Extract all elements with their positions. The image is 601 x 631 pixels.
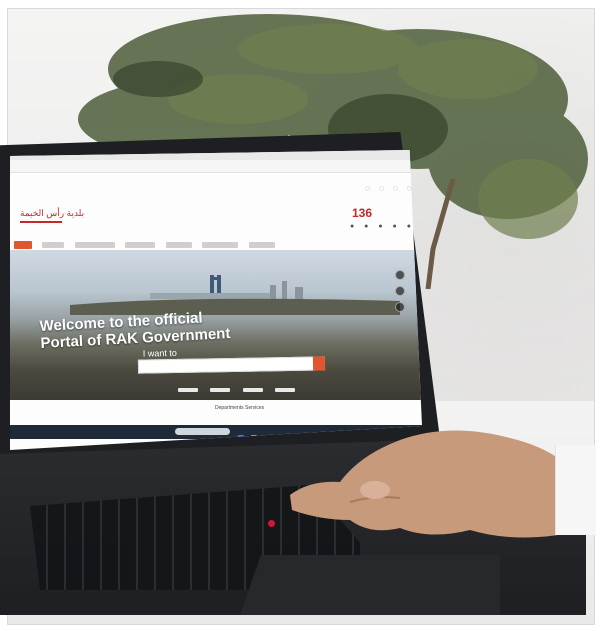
nav-item-home [14,240,32,249]
main-navigation [14,236,414,249]
nav-item [74,241,115,248]
nav-item [125,241,156,248]
site-logo: بلدية رأس الخيمة [20,208,85,218]
nav-item [248,241,275,248]
quick-links [178,379,308,392]
quick-link[interactable] [210,388,231,392]
side-quick-icons [395,270,405,318]
quick-link[interactable] [242,388,263,392]
nav-item [42,241,65,248]
search-button[interactable] [312,356,326,371]
section-label: Departments Services [215,405,265,411]
shirt-cuff [555,445,596,535]
side-icon[interactable] [395,286,405,296]
search-prompt: I want to [142,347,177,359]
laptop-screen: ◌ ◌ ◌ ◌ بلدية رأس الخيمة 136 ● ● ● ● ● W… [10,150,422,450]
side-icon[interactable] [395,302,405,312]
nav-item [165,241,192,248]
hand [290,430,585,538]
quick-link[interactable] [178,388,198,392]
browser-address-bar [10,160,422,173]
accessibility-icons: ● ● ● ● ● [350,223,415,230]
touchpad [240,555,500,615]
hotline-number: 136 [352,206,373,220]
site-logo-underline [20,221,62,223]
quick-link[interactable] [275,388,296,392]
taskbar-search[interactable] [175,428,230,435]
trackpoint [268,520,275,527]
side-icon[interactable] [395,270,405,280]
nav-item [202,241,239,248]
header-icons: ◌ ◌ ◌ ◌ [365,183,415,193]
city-skyline [70,275,400,315]
